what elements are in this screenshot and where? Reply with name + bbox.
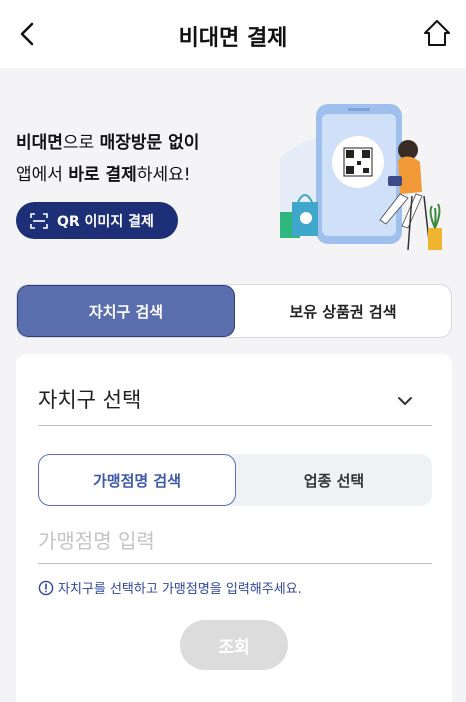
tab-category-select[interactable]: 업종 선택	[236, 454, 432, 506]
promo-headline: 비대면으로 매장방문 없이	[16, 128, 199, 153]
qr-payment-label: QR 이미지 결제	[57, 213, 154, 230]
info-icon	[38, 580, 54, 595]
chevron-down-icon	[398, 397, 412, 405]
promo-text-6: 하세요!	[136, 165, 191, 185]
search-button[interactable]: 조회	[180, 620, 288, 670]
district-select[interactable]: 자치구 선택	[38, 382, 432, 426]
app-header: 비대면 결제	[0, 0, 466, 68]
tab-district-search[interactable]: 자치구 검색	[17, 285, 235, 337]
search-type-tabs: 가맹점명 검색 업종 선택	[38, 454, 432, 506]
search-mode-tabs: 자치구 검색 보유 상품권 검색	[16, 284, 452, 338]
store-name-input[interactable]	[38, 518, 432, 564]
payment-illustration	[280, 104, 442, 251]
district-select-label: 자치구 선택	[38, 388, 142, 412]
tab-store-name-search[interactable]: 가맹점명 검색	[38, 454, 236, 506]
qr-payment-button[interactable]: QR 이미지 결제	[16, 202, 178, 239]
promo-text-5: 바로 결제	[68, 165, 137, 185]
page-title: 비대면 결제	[178, 26, 288, 51]
promo-subline: 앱에서 바로 결제하세요!	[16, 160, 191, 185]
home-button[interactable]	[420, 16, 454, 50]
hint-text: 자치구를 선택하고 가맹점명을 입력해주세요.	[58, 582, 302, 597]
search-form-card: 자치구 선택 가맹점명 검색 업종 선택 자치구를 선택하고 가맹점명을 입력해…	[16, 354, 452, 702]
qr-scan-icon	[30, 212, 48, 229]
promo-text-2: 으로	[62, 133, 100, 153]
promo-text-4: 앱에서	[16, 165, 69, 185]
tab-owned-voucher-search[interactable]: 보유 상품권 검색	[235, 285, 451, 337]
home-icon	[424, 20, 450, 46]
promo-text-3: 매장방문 없이	[99, 133, 200, 153]
promo-text-1: 비대면	[16, 133, 63, 153]
hint-message: 자치구를 선택하고 가맹점명을 입력해주세요.	[38, 578, 302, 597]
